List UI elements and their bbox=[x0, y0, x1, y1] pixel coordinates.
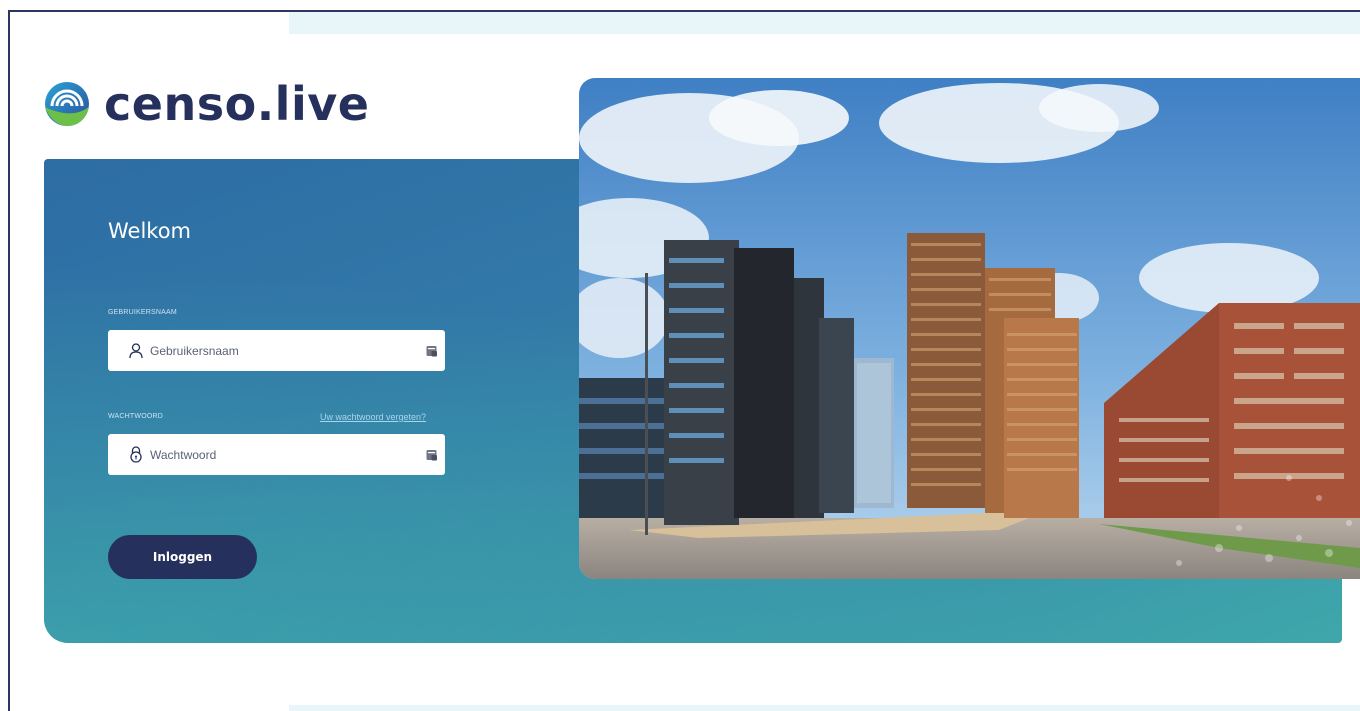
username-field[interactable]: Gebruikersnaam bbox=[108, 330, 445, 371]
password-manager-icon[interactable] bbox=[426, 449, 438, 461]
page-title: Welkom bbox=[108, 219, 192, 243]
top-band bbox=[289, 12, 1360, 34]
city-buildings-photo bbox=[579, 78, 1360, 579]
login-button[interactable]: Inloggen bbox=[108, 535, 257, 579]
lock-icon bbox=[128, 446, 144, 464]
bottom-band bbox=[289, 705, 1360, 711]
brand-name: censo.live bbox=[104, 77, 370, 131]
username-label: GEBRUIKERSNAAM bbox=[108, 309, 177, 316]
hero-illustration bbox=[579, 78, 1360, 579]
forgot-password-link[interactable]: Uw wachtwoord vergeten? bbox=[320, 412, 426, 422]
user-icon bbox=[128, 342, 144, 360]
brand-logo: censo.live bbox=[44, 74, 369, 134]
password-manager-icon[interactable] bbox=[426, 345, 438, 357]
page-frame: censo.live Welkom GEBRUIKERSNAAM Gebruik… bbox=[0, 0, 1360, 711]
password-placeholder: Wachtwoord bbox=[150, 447, 217, 462]
logo-mark-icon bbox=[45, 82, 89, 126]
username-placeholder: Gebruikersnaam bbox=[150, 343, 239, 358]
frame-border-left bbox=[8, 10, 10, 711]
frame-border-top bbox=[8, 10, 1360, 12]
password-label: WACHTWOORD bbox=[108, 413, 164, 420]
password-field[interactable]: Wachtwoord bbox=[108, 434, 445, 475]
